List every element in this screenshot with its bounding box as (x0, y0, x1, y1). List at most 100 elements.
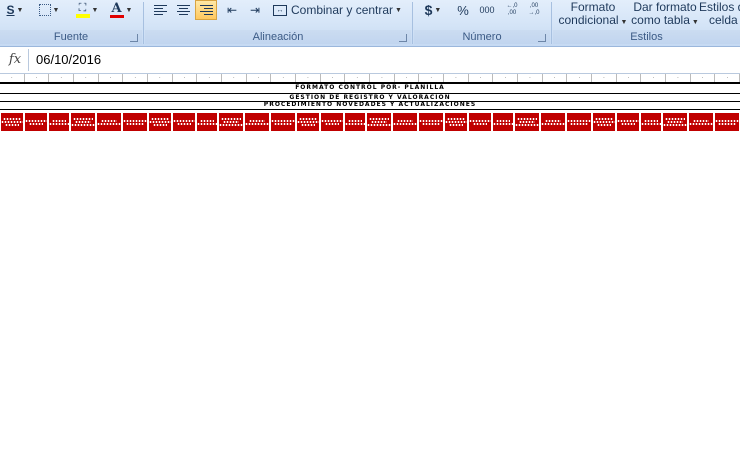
table-header-cell[interactable] (320, 112, 344, 132)
table-header-cell[interactable] (96, 112, 122, 132)
align-left-button[interactable] (149, 0, 171, 20)
column-header-cell[interactable]: · (715, 74, 740, 82)
column-header-cell[interactable]: · (444, 74, 469, 82)
font-color-button[interactable]: A ▼ (106, 0, 136, 20)
table-header-cell[interactable] (592, 112, 616, 132)
column-header-cell[interactable]: · (321, 74, 346, 82)
chevron-down-icon[interactable]: ▼ (621, 19, 628, 26)
cell-text-placeholder (641, 122, 661, 125)
chevron-down-icon[interactable]: ▼ (53, 7, 60, 14)
chevron-down-icon[interactable]: ▼ (692, 19, 699, 26)
column-header-cell[interactable]: · (247, 74, 272, 82)
chevron-down-icon[interactable]: ▼ (92, 7, 99, 14)
table-header-cell[interactable] (366, 112, 392, 132)
currency-button[interactable]: $ ▼ (418, 0, 448, 20)
column-header-cell[interactable]: · (222, 74, 247, 82)
table-header-cell[interactable] (148, 112, 172, 132)
table-header-cell[interactable] (270, 112, 296, 132)
underline-icon: S (6, 3, 15, 17)
chevron-down-icon[interactable]: ▼ (395, 7, 402, 14)
cell-text-placeholder (29, 122, 43, 125)
column-header-cell[interactable]: · (74, 74, 99, 82)
table-header-cell[interactable] (640, 112, 662, 132)
chevron-down-icon[interactable]: ▼ (17, 7, 24, 14)
table-header-cell[interactable] (244, 112, 270, 132)
column-header-cell[interactable]: · (370, 74, 395, 82)
table-header-cell[interactable] (566, 112, 592, 132)
column-header-cell[interactable]: · (123, 74, 149, 82)
align-center-button[interactable] (172, 0, 194, 20)
table-header-cell[interactable] (392, 112, 418, 132)
table-header-cell[interactable] (344, 112, 366, 132)
format-as-table-button[interactable]: Dar formato como tabla ▼ (631, 1, 699, 29)
column-header-cell[interactable]: · (641, 74, 667, 82)
table-header-cell[interactable] (172, 112, 196, 132)
borders-button[interactable]: ▼ (32, 0, 66, 20)
column-header-cell[interactable]: · (518, 74, 543, 82)
merge-center-icon: ↔ (273, 4, 287, 16)
column-header-cell[interactable]: · (0, 74, 25, 82)
column-header-cell[interactable]: · (666, 74, 691, 82)
table-header-cell[interactable] (468, 112, 492, 132)
table-header-cell[interactable] (196, 112, 218, 132)
column-header-cell[interactable]: · (296, 74, 321, 82)
dialog-launcher-icon[interactable] (538, 34, 546, 42)
chevron-down-icon[interactable]: ▼ (126, 7, 133, 14)
increase-decimal-button[interactable]: ←,0 ,00 (502, 0, 522, 20)
column-header-cell[interactable]: · (25, 74, 50, 82)
cell-text-placeholder (447, 118, 465, 120)
cell-styles-button[interactable]: Estilos de celda▼ (699, 1, 740, 29)
chevron-down-icon[interactable]: ▼ (434, 7, 441, 14)
table-header-cell[interactable] (418, 112, 444, 132)
table-header-cell[interactable] (514, 112, 540, 132)
column-header-cell[interactable]: · (543, 74, 568, 82)
merge-center-button[interactable]: ↔ Combinar y centrar ▼ (273, 0, 405, 20)
align-right-button[interactable] (195, 0, 217, 20)
thousands-separator-button[interactable]: 000 (475, 0, 499, 20)
table-header-cell[interactable] (688, 112, 714, 132)
column-header-cell[interactable]: · (691, 74, 716, 82)
column-header-cell[interactable]: · (493, 74, 519, 82)
cell-text-placeholder (422, 122, 440, 125)
column-header-cell[interactable]: · (49, 74, 75, 82)
underline-button[interactable]: S ▼ (2, 0, 28, 20)
column-header-cell[interactable]: · (197, 74, 223, 82)
cell-text-placeholder (301, 124, 315, 126)
column-header-cell[interactable]: · (617, 74, 642, 82)
column-header-cell[interactable]: · (567, 74, 593, 82)
table-header-cell[interactable] (444, 112, 468, 132)
formula-input[interactable]: 06/10/2016 (36, 52, 101, 67)
column-header-cell[interactable]: · (271, 74, 297, 82)
table-header-cell[interactable] (540, 112, 566, 132)
table-header-cell[interactable] (662, 112, 688, 132)
table-header-cell[interactable] (70, 112, 96, 132)
table-header-cell[interactable] (296, 112, 320, 132)
column-header-cell[interactable]: · (592, 74, 617, 82)
dialog-launcher-icon[interactable] (399, 34, 407, 42)
table-header-cell[interactable] (0, 112, 24, 132)
column-header-cell[interactable]: · (469, 74, 494, 82)
cell-text-placeholder (153, 124, 167, 126)
decrease-decimal-button[interactable]: ,00 →,0 (524, 0, 544, 20)
fill-color-button[interactable]: ⛶ ▼ (70, 0, 104, 20)
column-header-cell[interactable]: · (395, 74, 420, 82)
table-header-cell[interactable] (24, 112, 48, 132)
column-header-cell[interactable]: · (173, 74, 198, 82)
column-header-cell[interactable]: · (345, 74, 371, 82)
column-header-cell[interactable]: · (148, 74, 173, 82)
percent-button[interactable]: % (452, 0, 474, 20)
table-header-cell[interactable] (218, 112, 244, 132)
cell-text-placeholder (321, 119, 343, 122)
increase-indent-button[interactable]: ⇥ (244, 0, 266, 20)
dialog-launcher-icon[interactable] (130, 34, 138, 42)
column-header-cell[interactable]: · (419, 74, 445, 82)
insert-function-icon[interactable]: fx (4, 51, 26, 69)
table-header-cell[interactable] (122, 112, 148, 132)
table-header-cell[interactable] (492, 112, 514, 132)
table-header-cell[interactable] (48, 112, 70, 132)
table-header-cell[interactable] (616, 112, 640, 132)
conditional-format-button[interactable]: Formato condicional ▼ (555, 1, 631, 29)
column-header-cell[interactable]: · (99, 74, 124, 82)
table-header-cell[interactable] (714, 112, 740, 132)
decrease-indent-button[interactable]: ⇤ (221, 0, 243, 20)
